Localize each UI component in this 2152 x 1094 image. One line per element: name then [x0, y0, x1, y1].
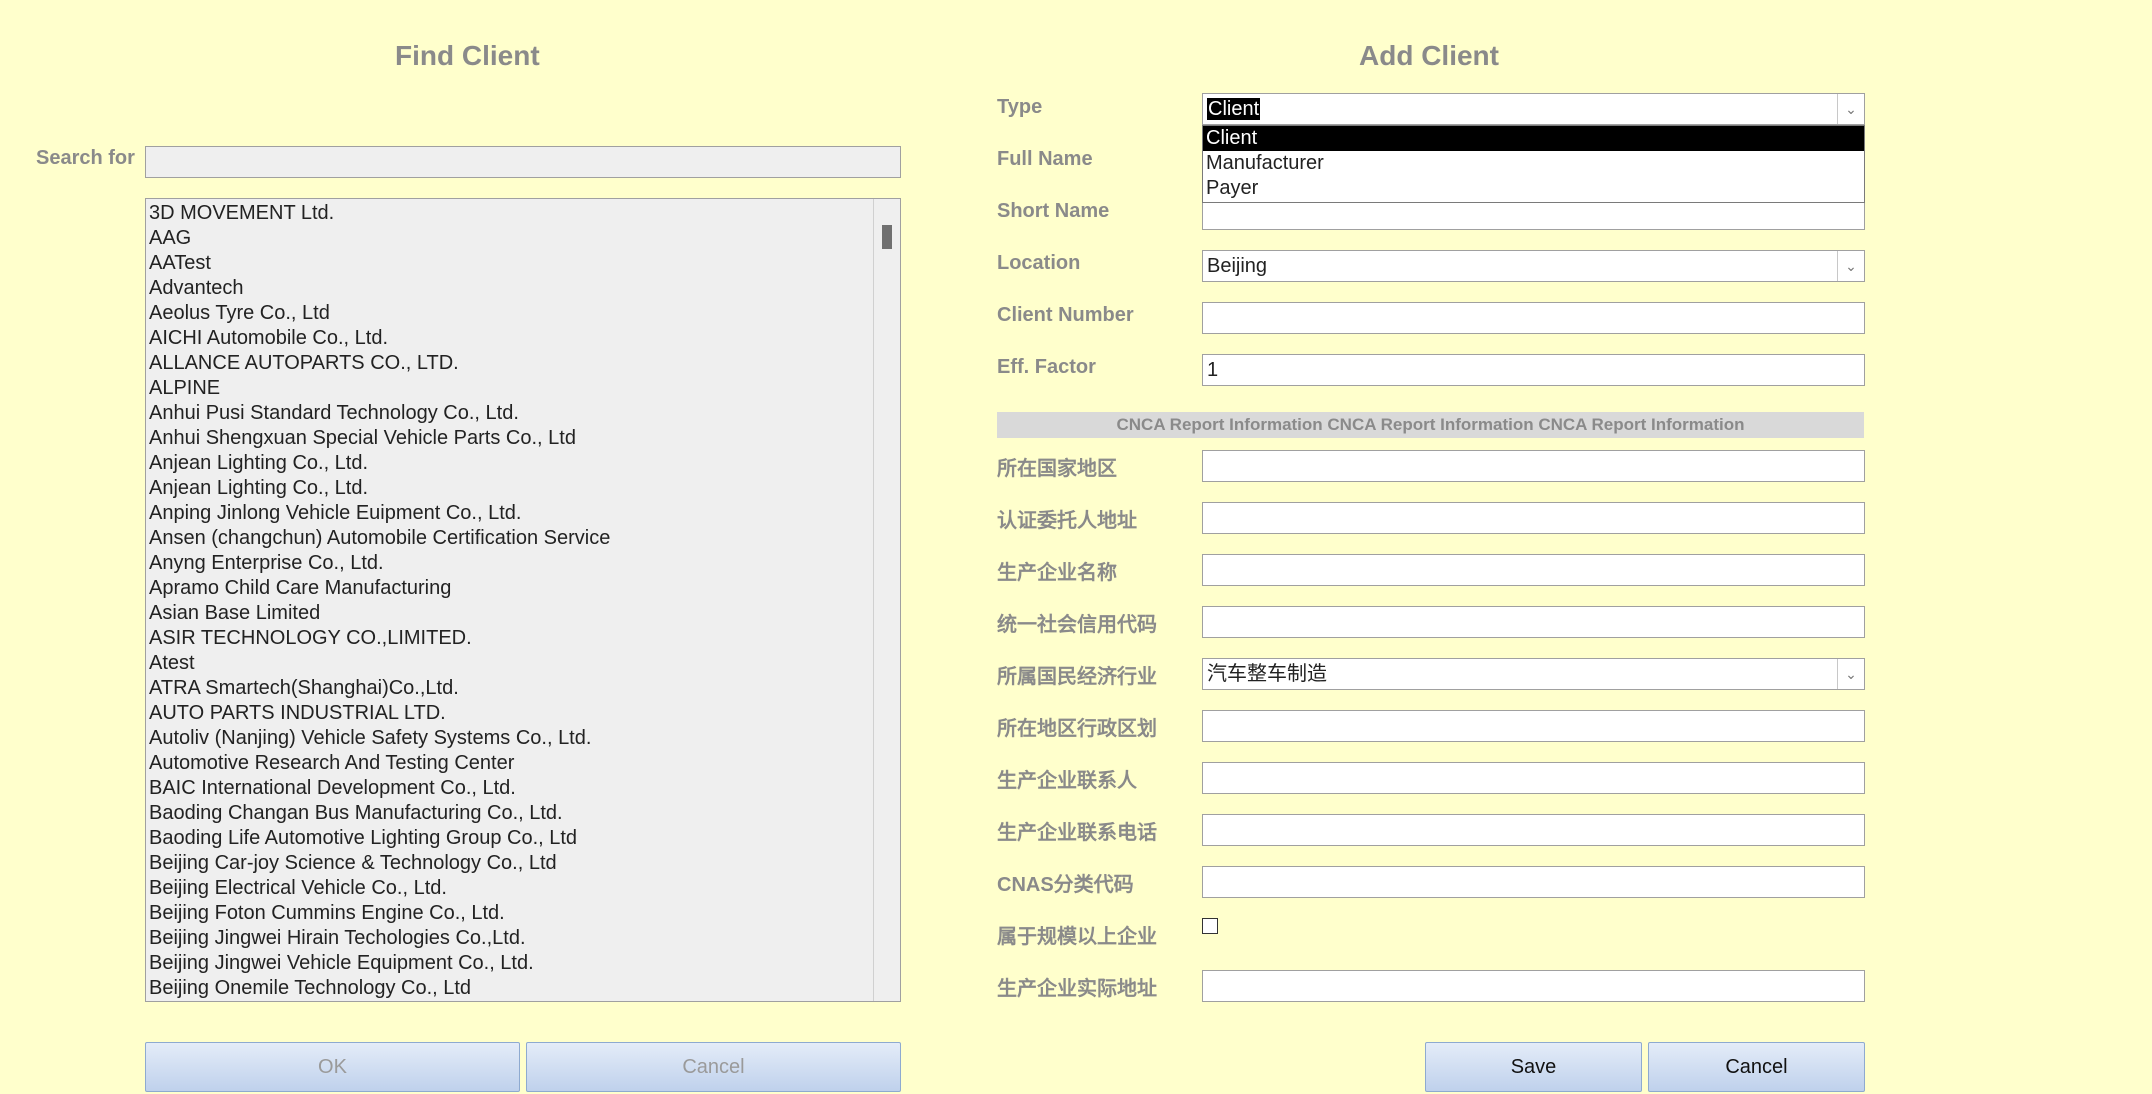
- admin-division-input[interactable]: [1202, 710, 1865, 742]
- full-name-label: Full Name: [997, 148, 1093, 170]
- list-item[interactable]: Beijing Electrical Vehicle Co., Ltd.: [149, 876, 610, 901]
- cnas-input[interactable]: [1202, 866, 1865, 898]
- ok-button[interactable]: OK: [145, 1042, 520, 1092]
- location-select[interactable]: Beijing ⌄: [1202, 250, 1865, 282]
- type-dropdown-list[interactable]: Client Manufacturer Payer: [1202, 125, 1865, 203]
- list-item[interactable]: Baoding Changan Bus Manufacturing Co., L…: [149, 801, 610, 826]
- eff-factor-input[interactable]: 1: [1202, 354, 1865, 386]
- cnas-label: CNAS分类代码: [997, 874, 1134, 896]
- industry-label: 所属国民经济行业: [997, 666, 1157, 688]
- contact-input[interactable]: [1202, 762, 1865, 794]
- list-item[interactable]: ASIR TECHNOLOGY CO.,LIMITED.: [149, 626, 610, 651]
- list-item[interactable]: ATRA Smartech(Shanghai)Co.,Ltd.: [149, 676, 610, 701]
- list-item[interactable]: Baoding Life Automotive Lighting Group C…: [149, 826, 610, 851]
- list-item[interactable]: BAIC International Development Co., Ltd.: [149, 776, 610, 801]
- list-item[interactable]: Anping Jinlong Vehicle Euipment Co., Ltd…: [149, 501, 610, 526]
- credit-code-label: 统一社会信用代码: [997, 614, 1157, 636]
- list-item[interactable]: AAG: [149, 226, 610, 251]
- short-name-label: Short Name: [997, 200, 1110, 222]
- list-item[interactable]: Anhui Shengxuan Special Vehicle Parts Co…: [149, 426, 610, 451]
- scrollbar-thumb[interactable]: [882, 225, 892, 249]
- list-item[interactable]: ALLANCE AUTOPARTS CO., LTD.: [149, 351, 610, 376]
- add-client-title: Add Client: [1359, 40, 1499, 71]
- list-item[interactable]: Anjean Lighting Co., Ltd.: [149, 476, 610, 501]
- list-item[interactable]: Anyng Enterprise Co., Ltd.: [149, 551, 610, 576]
- client-list-scrollbar[interactable]: [873, 199, 900, 1001]
- location-value: Beijing: [1207, 255, 1268, 277]
- chevron-down-icon[interactable]: ⌄: [1837, 659, 1864, 689]
- find-cancel-button[interactable]: Cancel: [526, 1042, 901, 1092]
- location-label: Location: [997, 252, 1081, 274]
- client-number-input[interactable]: [1202, 302, 1865, 334]
- search-input[interactable]: [145, 146, 901, 178]
- list-item[interactable]: Beijing Jingwei Hirain Techologies Co.,L…: [149, 926, 610, 951]
- chevron-down-icon[interactable]: ⌄: [1837, 94, 1864, 124]
- client-list[interactable]: 3D MOVEMENT Ltd. AAG AATest Advantech Aeolus…: [145, 198, 901, 1002]
- find-client-title: Find Client: [395, 40, 540, 71]
- type-selected-value: Client: [1207, 98, 1261, 120]
- list-item[interactable]: Ansen (changchun) Automobile Certificati…: [149, 526, 610, 551]
- type-option-client[interactable]: Client: [1203, 126, 1864, 151]
- list-item[interactable]: Beijing Foton Cummins Engine Co., Ltd.: [149, 901, 610, 926]
- above-scale-label: 属于规模以上企业: [997, 926, 1157, 948]
- manufacturer-name-input[interactable]: [1202, 554, 1865, 586]
- cnca-section-header: CNCA Report Information CNCA Report Info…: [997, 412, 1864, 438]
- list-item[interactable]: Beijing Car-joy Science & Technology Co.…: [149, 851, 610, 876]
- list-item[interactable]: AICHI Automobile Co., Ltd.: [149, 326, 610, 351]
- industry-select[interactable]: 汽车整车制造 ⌄: [1202, 658, 1865, 690]
- list-item[interactable]: Automotive Research And Testing Center: [149, 751, 610, 776]
- list-item[interactable]: AUTO PARTS INDUSTRIAL LTD.: [149, 701, 610, 726]
- phone-input[interactable]: [1202, 814, 1865, 846]
- list-item[interactable]: Apramo Child Care Manufacturing: [149, 576, 610, 601]
- industry-value: 汽车整车制造: [1207, 663, 1327, 685]
- list-item[interactable]: Anhui Pusi Standard Technology Co., Ltd.: [149, 401, 610, 426]
- type-option-payer[interactable]: Payer: [1203, 176, 1864, 201]
- actual-address-input[interactable]: [1202, 970, 1865, 1002]
- chevron-down-icon[interactable]: ⌄: [1837, 251, 1864, 281]
- manufacturer-name-label: 生产企业名称: [997, 562, 1117, 584]
- list-item[interactable]: Aeolus Tyre Co., Ltd: [149, 301, 610, 326]
- admin-division-label: 所在地区行政区划: [997, 718, 1157, 740]
- contact-label: 生产企业联系人: [997, 770, 1137, 792]
- above-scale-checkbox[interactable]: [1202, 918, 1218, 934]
- applicant-address-input[interactable]: [1202, 502, 1865, 534]
- list-item[interactable]: Asian Base Limited: [149, 601, 610, 626]
- list-item[interactable]: Beijing Jingwei Vehicle Equipment Co., L…: [149, 951, 610, 976]
- country-label: 所在国家地区: [997, 458, 1117, 480]
- list-item[interactable]: 3D MOVEMENT Ltd.: [149, 201, 610, 226]
- eff-factor-label: Eff. Factor: [997, 356, 1096, 378]
- actual-address-label: 生产企业实际地址: [997, 978, 1157, 1000]
- list-item[interactable]: Advantech: [149, 276, 610, 301]
- list-item[interactable]: Anjean Lighting Co., Ltd.: [149, 451, 610, 476]
- country-input[interactable]: [1202, 450, 1865, 482]
- type-label: Type: [997, 96, 1043, 118]
- list-item[interactable]: Autoliv (Nanjing) Vehicle Safety Systems…: [149, 726, 610, 751]
- credit-code-input[interactable]: [1202, 606, 1865, 638]
- save-button[interactable]: Save: [1425, 1042, 1642, 1092]
- list-item[interactable]: ALPINE: [149, 376, 610, 401]
- type-option-manufacturer[interactable]: Manufacturer: [1203, 151, 1864, 176]
- list-item[interactable]: AATest: [149, 251, 610, 276]
- client-number-label: Client Number: [997, 304, 1134, 326]
- applicant-address-label: 认证委托人地址: [997, 510, 1137, 532]
- client-list-items: 3D MOVEMENT Ltd. AAG AATest Advantech Aeolus…: [149, 201, 610, 1001]
- list-item[interactable]: Atest: [149, 651, 610, 676]
- type-select[interactable]: Client ⌄: [1202, 93, 1865, 125]
- list-item[interactable]: Beijing Onemile Technology Co., Ltd: [149, 976, 610, 1001]
- search-label: Search for: [36, 147, 135, 169]
- phone-label: 生产企业联系电话: [997, 822, 1157, 844]
- add-cancel-button[interactable]: Cancel: [1648, 1042, 1865, 1092]
